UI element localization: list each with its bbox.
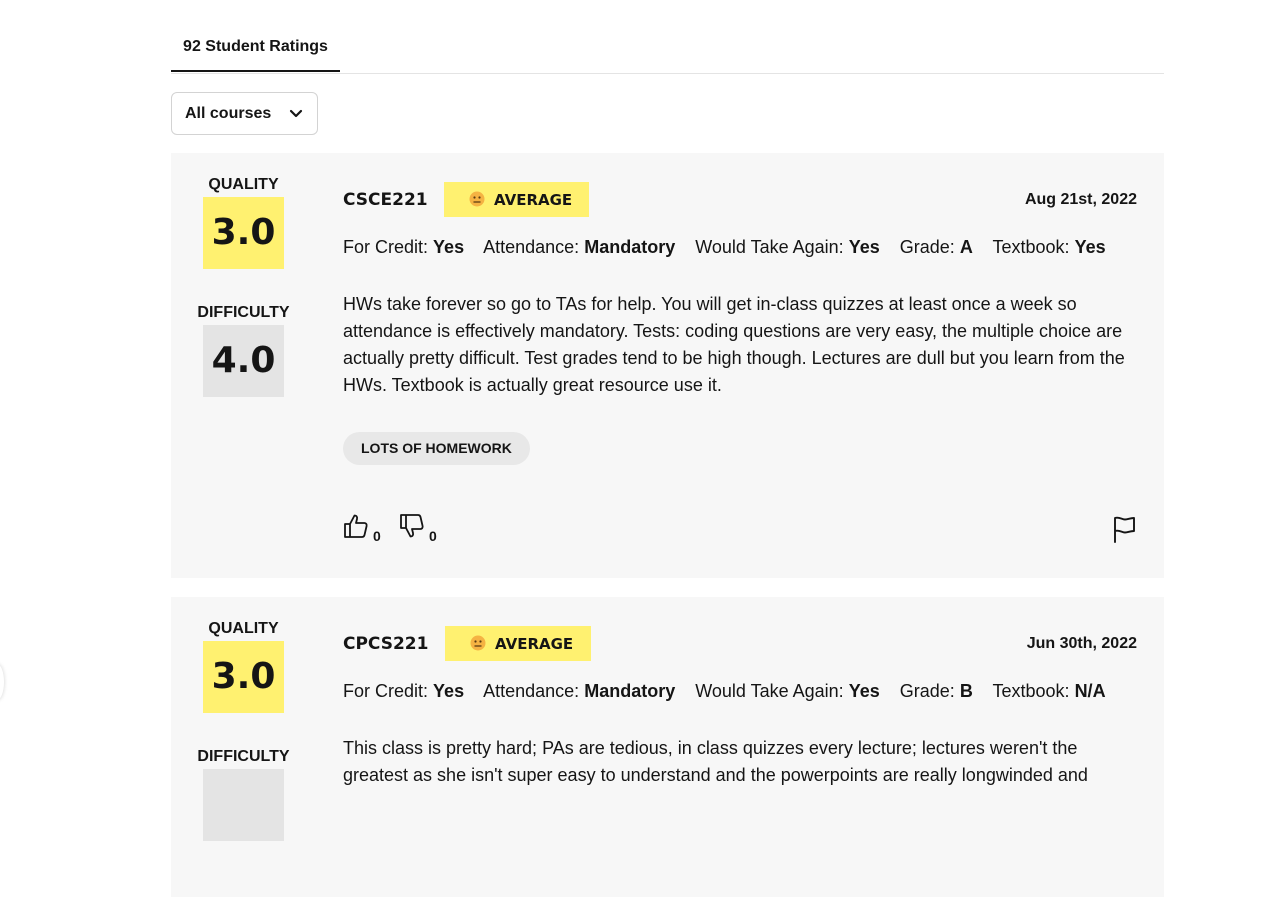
difficulty-score	[203, 769, 284, 841]
thumbs-up-icon	[344, 514, 368, 538]
meta-grade: Grade: B	[899, 681, 973, 701]
flag-icon[interactable]	[1112, 516, 1136, 543]
course-code: CPCS221	[343, 634, 429, 654]
emotion-label: AVERAGE	[494, 191, 573, 209]
meta-grade: Grade: A	[899, 237, 973, 257]
meta-attendance: Attendance: Mandatory	[483, 681, 676, 701]
emotion-badge: AVERAGE	[444, 182, 589, 217]
quality-score: 3.0	[203, 641, 284, 713]
rating-meta: For Credit: Yes Attendance: Mandatory Wo…	[343, 237, 1121, 258]
thumbs-down-icon	[400, 514, 424, 538]
difficulty-score: 4.0	[203, 325, 284, 397]
meta-would-take-again: Would Take Again: Yes	[695, 237, 880, 257]
quality-label: QUALITY	[208, 176, 279, 193]
course-code: CSCE221	[343, 190, 428, 210]
ratings-tabs: 92 Student Ratings	[171, 0, 1164, 74]
rating-meta: For Credit: Yes Attendance: Mandatory Wo…	[343, 681, 1121, 702]
side-handle	[0, 664, 4, 700]
thumbs-down-button[interactable]: 0	[399, 513, 437, 544]
quality-label: QUALITY	[208, 620, 279, 637]
meta-for-credit: For Credit: Yes	[343, 681, 465, 701]
rating-comment: This class is pretty hard; PAs are tedio…	[343, 738, 1088, 785]
meta-textbook: Textbook: Yes	[992, 237, 1106, 257]
rating-date: Jun 30th, 2022	[1026, 635, 1137, 652]
meta-attendance: Attendance: Mandatory	[483, 237, 676, 257]
thumbs-up-button[interactable]: 0	[343, 513, 381, 544]
difficulty-label: DIFFICULTY	[197, 748, 290, 765]
thumbs-down-count: 0	[429, 528, 437, 544]
neutral-face-icon	[469, 191, 485, 207]
emotion-label: AVERAGE	[495, 635, 574, 653]
rating-tag: LOTS OF HOMEWORK	[343, 432, 530, 465]
course-filter-value: All courses	[185, 105, 272, 122]
difficulty-label: DIFFICULTY	[197, 304, 290, 321]
neutral-face-icon	[470, 635, 486, 651]
rating-comment: HWs take forever so go to TAs for help. …	[343, 294, 1125, 395]
meta-would-take-again: Would Take Again: Yes	[695, 681, 880, 701]
emotion-badge: AVERAGE	[445, 626, 591, 661]
chevron-down-icon	[289, 109, 303, 118]
meta-for-credit: For Credit: Yes	[343, 237, 465, 257]
meta-textbook: Textbook: N/A	[992, 681, 1106, 701]
rating-card: QUALITY 3.0 DIFFICULTY 4.0 CSCE221 AVERA…	[171, 153, 1164, 578]
rating-date: Aug 21st, 2022	[1024, 191, 1137, 208]
tab-student-ratings[interactable]: 92 Student Ratings	[171, 0, 340, 72]
quality-score: 3.0	[203, 197, 284, 269]
course-filter-select[interactable]: All courses	[171, 92, 318, 135]
rating-card: QUALITY 3.0 DIFFICULTY CPCS221 AVERAGE J…	[171, 597, 1164, 897]
thumbs-up-count: 0	[373, 528, 381, 544]
